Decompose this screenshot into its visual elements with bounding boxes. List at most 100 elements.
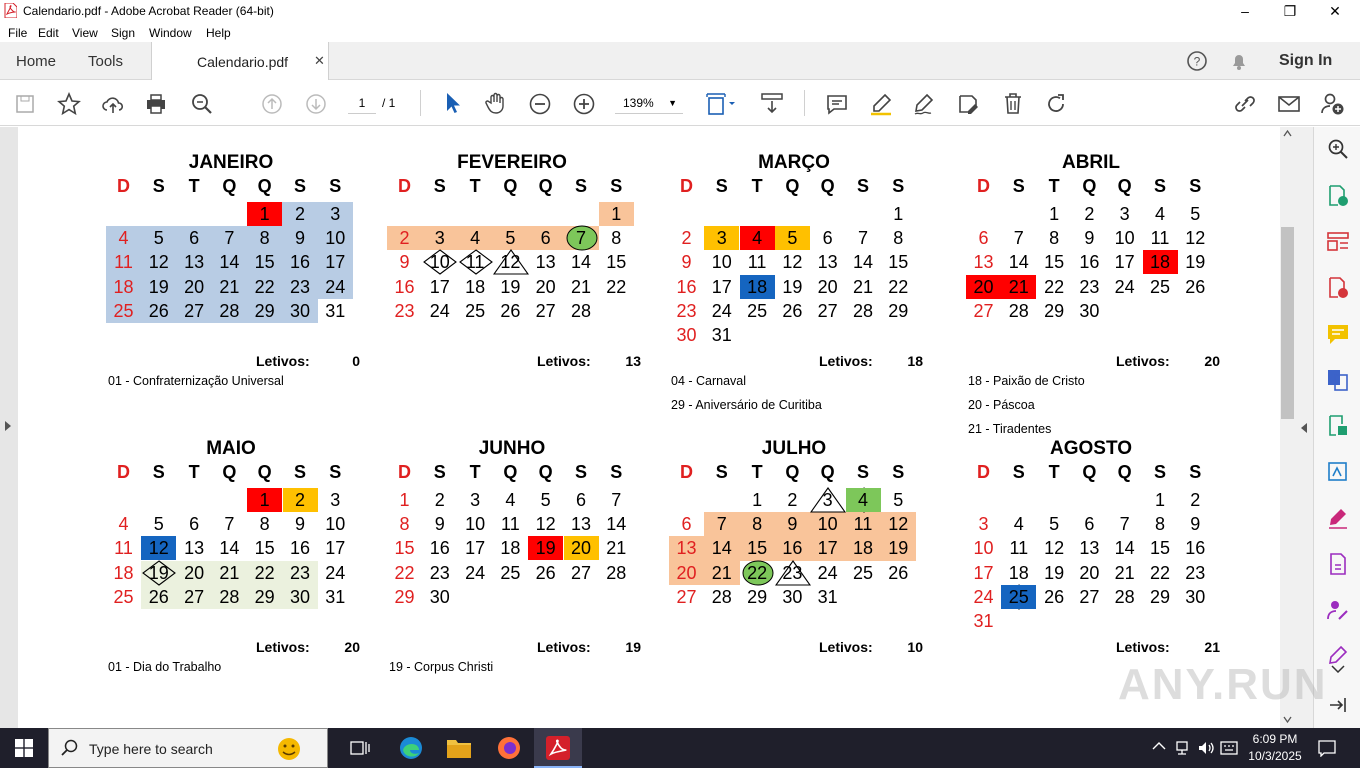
menu-view[interactable]: View: [72, 26, 98, 40]
calendar-day: 28: [711, 586, 732, 607]
calendar-day: 30: [1185, 586, 1206, 607]
menu-edit[interactable]: Edit: [38, 26, 59, 40]
holiday-note: 01 - Dia do Trabalho: [108, 660, 222, 674]
calendar-day: 8: [259, 514, 270, 535]
hand-tool-icon[interactable]: [484, 91, 508, 115]
taskbar-search-box[interactable]: Type here to search: [48, 728, 328, 768]
scrollbar-thumb[interactable]: [1281, 227, 1294, 419]
right-panel-toggle-icon[interactable]: [1300, 422, 1308, 434]
page-number-input[interactable]: 1: [348, 92, 376, 114]
export-pdf-icon[interactable]: [1327, 185, 1349, 207]
draw-signature-icon[interactable]: [912, 92, 936, 116]
calendar-day: 27: [535, 300, 556, 321]
calendar-day: 7: [1013, 228, 1024, 249]
weekday-header: S: [1153, 176, 1166, 196]
create-pdf-icon[interactable]: [1327, 277, 1349, 299]
left-panel-toggle-icon[interactable]: [4, 420, 12, 432]
calendar-day: 17: [711, 276, 732, 297]
delete-trash-icon[interactable]: [1001, 91, 1025, 115]
calendar-day: 19: [1185, 252, 1206, 273]
weekday-header: Q: [222, 176, 237, 196]
task-view-icon[interactable]: [350, 739, 370, 757]
search-zoom-icon[interactable]: [1327, 138, 1349, 160]
protect-document-icon[interactable]: [1327, 553, 1349, 575]
network-icon[interactable]: [1174, 740, 1190, 756]
next-page-icon[interactable]: [304, 92, 328, 116]
zoom-out-icon[interactable]: [528, 92, 552, 116]
keyboard-layout-icon[interactable]: [1220, 739, 1238, 757]
right-pane-collapse-strip[interactable]: [1295, 127, 1313, 728]
weekday-header: T: [469, 462, 481, 482]
chevron-down-icon[interactable]: [1331, 665, 1345, 673]
weekday-header: S: [1012, 462, 1025, 482]
calendar-day: 17: [465, 538, 486, 559]
fill-and-sign-icon[interactable]: [1327, 507, 1349, 529]
calendar-day: 13: [535, 252, 556, 273]
maximize-button[interactable]: ❐: [1267, 0, 1313, 22]
calendar-day: 24: [973, 586, 994, 607]
select-cursor-icon[interactable]: [442, 91, 464, 115]
menu-sign[interactable]: Sign: [111, 26, 135, 40]
compress-pdf-icon[interactable]: [1327, 415, 1349, 437]
notifications-icon[interactable]: [1318, 739, 1336, 757]
month-junho: JUNHO D S T Q Q S S 1 2 3 4 5 6 7 8 9 10 11 12 13 14 15 16 17 18 1…: [387, 438, 667, 728]
fit-page-icon[interactable]: [705, 92, 735, 116]
request-signature-icon[interactable]: [1327, 599, 1349, 621]
scroll-up-icon[interactable]: [1283, 129, 1292, 137]
calendar-day: 15: [606, 252, 627, 273]
combine-files-icon[interactable]: [1327, 369, 1349, 391]
calendar-day: 2: [681, 228, 692, 249]
fill-sign-icon[interactable]: [956, 92, 980, 116]
comment-tool-icon[interactable]: [1327, 323, 1349, 345]
tab-home[interactable]: Home: [16, 53, 56, 70]
rotate-icon[interactable]: [1044, 92, 1068, 116]
document-viewport[interactable]: JANEIRO D S T Q Q S S 1 2 3 4 5 6 7 8 9 10 11 12 13 14 15 16 17 1…: [0, 127, 1313, 728]
menu-window[interactable]: Window: [149, 26, 192, 40]
organize-pages-icon[interactable]: [1327, 231, 1349, 253]
file-explorer-icon[interactable]: [446, 736, 472, 760]
more-tools-pen-icon[interactable]: [1327, 645, 1349, 667]
taskbar-clock[interactable]: 6:09 PM 10/3/2025: [1240, 731, 1310, 765]
windows-start-icon[interactable]: [15, 739, 33, 757]
edit-pdf-icon[interactable]: [1327, 461, 1349, 483]
bookmark-star-icon[interactable]: [57, 92, 81, 116]
zoom-level-select[interactable]: 139% ▼: [615, 92, 683, 114]
share-link-icon[interactable]: [1232, 92, 1258, 116]
highlight-pen-icon[interactable]: [869, 92, 893, 116]
email-icon[interactable]: [1277, 92, 1301, 116]
calendar-day: 7: [716, 514, 727, 535]
weekday-header: S: [892, 462, 905, 482]
upload-cloud-icon[interactable]: [101, 92, 125, 116]
firefox-icon[interactable]: [496, 735, 522, 761]
sign-in-button[interactable]: Sign In: [1279, 52, 1332, 70]
weekday-header: Q: [257, 176, 272, 196]
calendar-day: 17: [429, 276, 450, 297]
menu-file[interactable]: File: [8, 26, 27, 40]
print-icon[interactable]: [144, 92, 168, 116]
previous-page-icon[interactable]: [260, 92, 284, 116]
close-tab-icon[interactable]: ✕: [314, 53, 325, 69]
calendar-day: 9: [294, 514, 305, 535]
menu-help[interactable]: Help: [206, 26, 231, 40]
add-user-icon[interactable]: [1320, 92, 1346, 116]
zoom-search-icon[interactable]: [190, 92, 214, 116]
notification-bell-icon[interactable]: [1229, 51, 1249, 71]
volume-icon[interactable]: [1197, 740, 1215, 756]
comment-icon[interactable]: [825, 92, 849, 116]
close-window-button[interactable]: ✕: [1312, 0, 1358, 22]
tab-document[interactable]: Calendario.pdf ✕: [151, 42, 329, 81]
page-total: / 1: [382, 96, 396, 110]
tray-chevron-up-icon[interactable]: [1152, 741, 1166, 751]
collapse-sidebar-icon[interactable]: [1328, 696, 1348, 714]
minimize-button[interactable]: –: [1222, 0, 1268, 22]
taskbar-acrobat-active[interactable]: [534, 728, 582, 768]
scroll-mode-icon[interactable]: [760, 91, 784, 115]
scroll-down-icon[interactable]: [1283, 716, 1292, 724]
vertical-scrollbar[interactable]: [1280, 127, 1295, 728]
weekday-header: S: [433, 176, 446, 196]
zoom-in-icon[interactable]: [572, 92, 596, 116]
edge-browser-icon[interactable]: [398, 735, 424, 761]
save-icon[interactable]: [14, 93, 36, 115]
help-icon[interactable]: ?: [1186, 50, 1208, 72]
tab-tools[interactable]: Tools: [88, 53, 123, 70]
